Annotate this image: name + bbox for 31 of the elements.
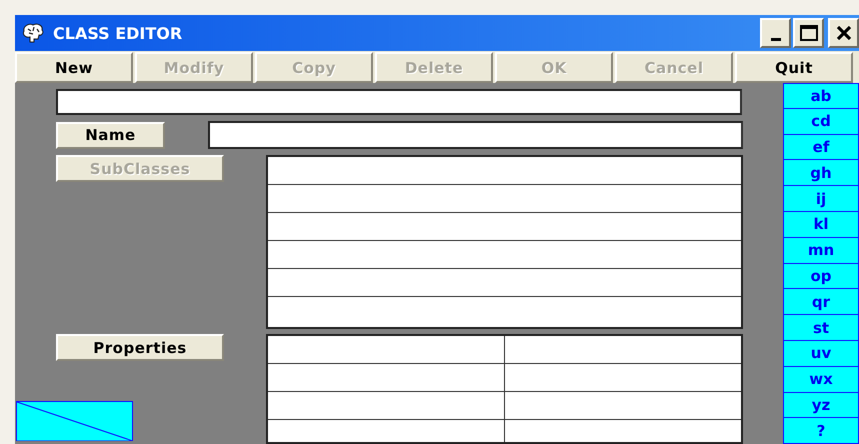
index-button[interactable]: qr: [783, 289, 859, 316]
properties-table[interactable]: [266, 334, 743, 444]
index-button[interactable]: ef: [783, 134, 859, 160]
text-field[interactable]: [56, 89, 742, 115]
properties-button[interactable]: Properties: [56, 334, 224, 361]
window-title: CLASS EDITOR: [53, 24, 182, 42]
index-button[interactable]: ?: [783, 418, 859, 444]
index-button[interactable]: ab: [783, 83, 859, 109]
diagonal-box-icon: [16, 401, 133, 441]
name-field[interactable]: [208, 121, 743, 149]
index-button[interactable]: gh: [783, 160, 859, 186]
brain-icon: [21, 23, 45, 43]
index-button[interactable]: uv: [783, 340, 859, 367]
close-icon: [836, 26, 852, 40]
maximize-button[interactable]: [793, 18, 824, 48]
toolbar-button[interactable]: New: [15, 52, 133, 83]
index-button[interactable]: op: [783, 264, 859, 290]
index-button[interactable]: ij: [783, 186, 859, 212]
index-button[interactable]: kl: [783, 212, 859, 238]
index-button[interactable]: wx: [783, 366, 859, 393]
index-button[interactable]: mn: [783, 238, 859, 264]
maximize-icon: [798, 24, 818, 42]
index-button[interactable]: cd: [783, 108, 859, 135]
name-button[interactable]: Name: [56, 122, 165, 148]
index-button[interactable]: yz: [783, 392, 859, 418]
index-button[interactable]: st: [783, 315, 859, 341]
minimize-icon: [770, 38, 780, 40]
toolbar-button[interactable]: Quit: [735, 52, 853, 83]
close-button[interactable]: [828, 18, 859, 48]
subclasses-list[interactable]: [266, 155, 743, 329]
minimize-button[interactable]: [760, 18, 791, 48]
